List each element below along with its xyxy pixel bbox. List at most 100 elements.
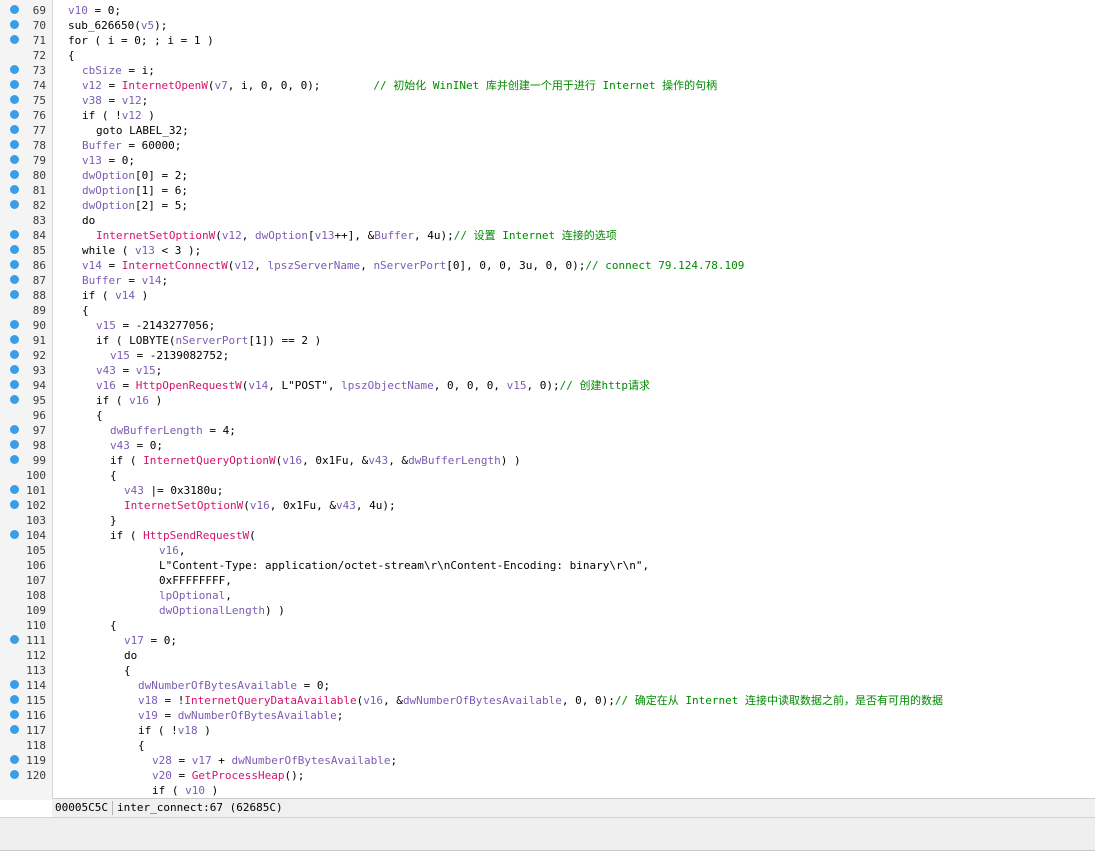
gutter-line[interactable]: 111 — [0, 633, 52, 648]
gutter-line[interactable]: 108 — [0, 588, 52, 603]
variable-token[interactable]: v12 — [82, 79, 102, 92]
variable-token[interactable]: v16 — [282, 454, 302, 467]
variable-token[interactable]: v14 — [82, 259, 102, 272]
code-line[interactable]: Buffer = 60000; — [82, 138, 181, 153]
code-line[interactable]: InternetSetOptionW(v12, dwOption[v13++],… — [96, 228, 617, 243]
breakpoint-marker-icon[interactable] — [10, 20, 19, 29]
breakpoint-marker-icon[interactable] — [10, 170, 19, 179]
code-line[interactable]: v28 = v17 + dwNumberOfBytesAvailable; — [152, 753, 397, 768]
breakpoint-marker-icon[interactable] — [10, 110, 19, 119]
variable-token[interactable]: lpOptional — [159, 589, 225, 602]
variable-token[interactable]: v16 — [250, 499, 270, 512]
code-line[interactable]: while ( v13 < 3 ); — [82, 243, 201, 258]
code-line[interactable]: { — [68, 48, 75, 63]
gutter-line[interactable]: 105 — [0, 543, 52, 558]
code-line[interactable]: if ( HttpSendRequestW( — [110, 528, 256, 543]
variable-token[interactable]: Buffer — [82, 274, 122, 287]
variable-token[interactable]: lpszObjectName — [341, 379, 434, 392]
code-line[interactable]: InternetSetOptionW(v16, 0x1Fu, &v43, 4u)… — [124, 498, 396, 513]
code-line[interactable]: cbSize = i; — [82, 63, 155, 78]
variable-token[interactable]: dwNumberOfBytesAvailable — [178, 709, 337, 722]
code-line[interactable]: } — [110, 513, 117, 528]
variable-token[interactable]: v7 — [214, 79, 227, 92]
code-line[interactable]: lpOptional, — [159, 588, 232, 603]
gutter-line[interactable]: 86 — [0, 258, 52, 273]
gutter-line[interactable]: 95 — [0, 393, 52, 408]
variable-token[interactable]: nServerPort — [175, 334, 248, 347]
gutter-line[interactable]: 85 — [0, 243, 52, 258]
breakpoint-marker-icon[interactable] — [10, 425, 19, 434]
variable-token[interactable]: v12 — [234, 259, 254, 272]
variable-token[interactable]: dwOption — [82, 169, 135, 182]
function-token[interactable]: HttpSendRequestW — [143, 529, 249, 542]
code-line[interactable]: v20 = GetProcessHeap(); — [152, 768, 304, 783]
gutter-line[interactable]: 100 — [0, 468, 52, 483]
variable-token[interactable]: v43 — [124, 484, 144, 497]
gutter-line[interactable]: 88 — [0, 288, 52, 303]
variable-token[interactable]: v17 — [124, 634, 144, 647]
breakpoint-marker-icon[interactable] — [10, 35, 19, 44]
variable-token[interactable]: v12 — [222, 229, 242, 242]
code-line[interactable]: if ( v16 ) — [96, 393, 162, 408]
code-line[interactable]: do — [124, 648, 137, 663]
function-token[interactable]: InternetQueryOptionW — [143, 454, 275, 467]
function-token[interactable]: InternetOpenW — [122, 79, 208, 92]
gutter-line[interactable]: 70 — [0, 18, 52, 33]
breakpoint-marker-icon[interactable] — [10, 245, 19, 254]
variable-token[interactable]: v19 — [138, 709, 158, 722]
variable-token[interactable]: v16 — [96, 379, 116, 392]
gutter-line[interactable]: 107 — [0, 573, 52, 588]
code-line[interactable]: dwOption[0] = 2; — [82, 168, 188, 183]
gutter-line[interactable]: 113 — [0, 663, 52, 678]
variable-token[interactable]: v15 — [96, 319, 116, 332]
breakpoint-marker-icon[interactable] — [10, 155, 19, 164]
gutter-line[interactable]: 76 — [0, 108, 52, 123]
code-line[interactable]: dwOption[2] = 5; — [82, 198, 188, 213]
code-line[interactable]: sub_626650(v5); — [68, 18, 167, 33]
gutter-line[interactable]: 106 — [0, 558, 52, 573]
breakpoint-marker-icon[interactable] — [10, 380, 19, 389]
breakpoint-marker-icon[interactable] — [10, 320, 19, 329]
gutter-line[interactable]: 117 — [0, 723, 52, 738]
code-line[interactable]: v15 = -2139082752; — [110, 348, 229, 363]
variable-token[interactable]: v20 — [152, 769, 172, 782]
code-line[interactable]: if ( v14 ) — [82, 288, 148, 303]
code-line[interactable]: v15 = -2143277056; — [96, 318, 215, 333]
variable-token[interactable]: v12 — [122, 94, 142, 107]
code-line[interactable]: v38 = v12; — [82, 93, 148, 108]
gutter-line[interactable]: 93 — [0, 363, 52, 378]
variable-token[interactable]: v13 — [315, 229, 335, 242]
function-token[interactable]: InternetSetOptionW — [96, 229, 215, 242]
variable-token[interactable]: v15 — [110, 349, 130, 362]
variable-token[interactable]: v43 — [368, 454, 388, 467]
gutter-line[interactable]: 84 — [0, 228, 52, 243]
code-line[interactable]: if ( !v12 ) — [82, 108, 155, 123]
gutter-line[interactable]: 99 — [0, 453, 52, 468]
gutter-line[interactable]: 104 — [0, 528, 52, 543]
gutter-line[interactable]: 98 — [0, 438, 52, 453]
function-token[interactable]: GetProcessHeap — [192, 769, 285, 782]
variable-token[interactable]: dwOptionalLength — [159, 604, 265, 617]
breakpoint-marker-icon[interactable] — [10, 725, 19, 734]
gutter-line[interactable]: 96 — [0, 408, 52, 423]
variable-token[interactable]: v10 — [68, 4, 88, 17]
breakpoint-marker-icon[interactable] — [10, 5, 19, 14]
gutter-line[interactable]: 101 — [0, 483, 52, 498]
code-line[interactable]: v13 = 0; — [82, 153, 135, 168]
breakpoint-marker-icon[interactable] — [10, 500, 19, 509]
code-line[interactable]: { — [110, 468, 117, 483]
variable-token[interactable]: v13 — [135, 244, 155, 257]
variable-token[interactable]: v13 — [82, 154, 102, 167]
code-line[interactable]: v16, — [159, 543, 186, 558]
variable-token[interactable]: dwBufferLength — [408, 454, 501, 467]
variable-token[interactable]: cbSize — [82, 64, 122, 77]
breakpoint-marker-icon[interactable] — [10, 755, 19, 764]
function-token[interactable]: InternetQueryDataAvailable — [184, 694, 356, 707]
variable-token[interactable]: v14 — [142, 274, 162, 287]
variable-token[interactable]: v17 — [192, 754, 212, 767]
code-line[interactable]: L"Content-Type: application/octet-stream… — [159, 558, 649, 573]
code-line[interactable]: if ( v10 ) — [152, 783, 218, 798]
gutter-line[interactable]: 119 — [0, 753, 52, 768]
gutter-line[interactable]: 77 — [0, 123, 52, 138]
code-line[interactable]: v14 = InternetConnectW(v12, lpszServerNa… — [82, 258, 744, 273]
